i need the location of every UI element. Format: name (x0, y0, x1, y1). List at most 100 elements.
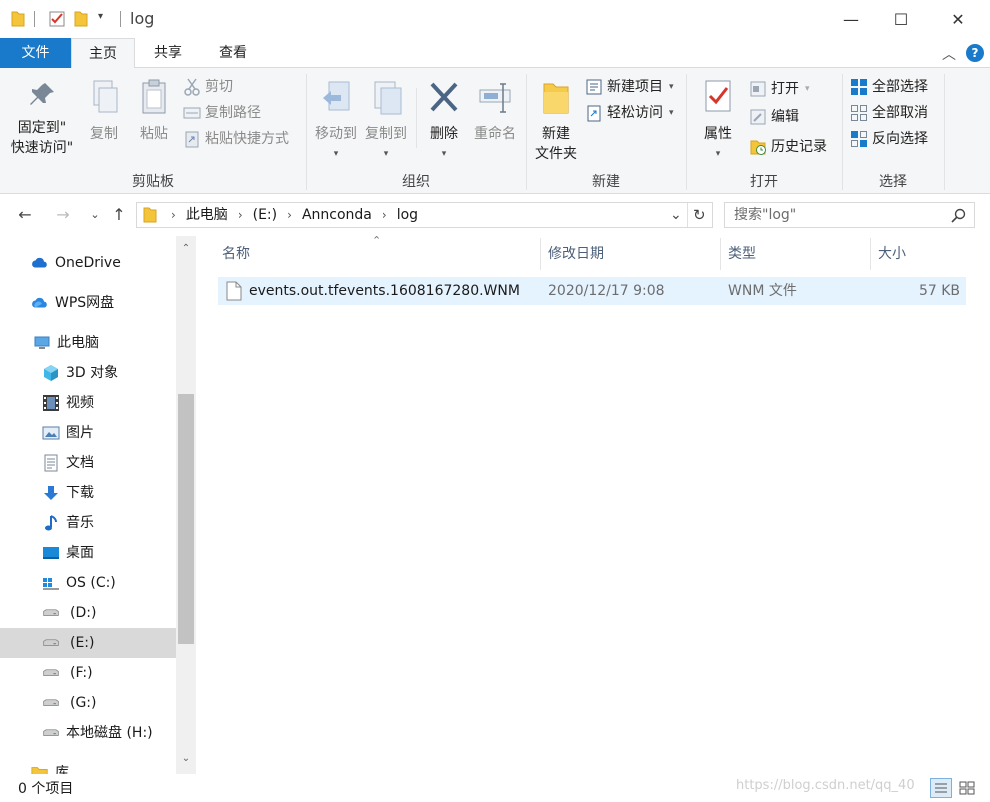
tab-view[interactable]: 查看 (200, 38, 266, 68)
tab-home[interactable]: 主页 (71, 38, 135, 69)
group-label-open: 打开 (750, 174, 778, 190)
paste-button[interactable]: 粘贴 (132, 78, 176, 144)
address-history-chevron-icon[interactable]: ⌄ (670, 203, 682, 227)
pin-to-quick-access-button[interactable]: 固定到" 快速访问" (6, 80, 78, 158)
copy-path-button[interactable]: 复制路径 (183, 102, 261, 124)
nav-item-music[interactable]: 音乐 (0, 508, 176, 538)
edit-button[interactable]: 编辑 (749, 106, 799, 128)
film-icon (43, 395, 59, 411)
drive-icon (43, 609, 59, 616)
copy-icon (93, 80, 118, 113)
close-button[interactable]: ✕ (933, 0, 983, 38)
computer-icon (34, 336, 50, 349)
nav-item-libraries[interactable]: 库 (0, 758, 176, 774)
download-icon (44, 486, 58, 500)
scroll-down-icon[interactable]: ⌄ (176, 750, 196, 768)
clipboard-icon (142, 79, 166, 114)
search-icon[interactable] (951, 208, 966, 223)
group-label-select: 选择 (879, 174, 907, 190)
nav-item-drive-d[interactable]: (D:) (0, 598, 176, 628)
nav-item-pictures[interactable]: 图片 (0, 418, 176, 448)
nav-item-3d-objects[interactable]: 3D 对象 (0, 358, 176, 388)
nav-item-drive-g[interactable]: (G:) (0, 688, 176, 718)
new-folder-button[interactable]: 新建 文件夹 (530, 78, 582, 164)
cube-icon (44, 365, 58, 381)
nav-item-this-pc[interactable]: 此电脑 (0, 328, 176, 358)
window-title: log (130, 9, 155, 28)
new-folder-quick-icon[interactable] (74, 10, 88, 28)
breadcrumb-this-pc[interactable]: 此电脑 (182, 203, 232, 227)
details-view-icon[interactable] (930, 778, 952, 798)
quick-access-dropdown-icon[interactable]: ▾ (98, 11, 103, 22)
nav-item-drive-h[interactable]: 本地磁盘 (H:) (0, 718, 176, 748)
address-bar[interactable]: › 此电脑 › (E:) › Annconda › log ⌄ ↻ (136, 202, 713, 228)
scroll-up-icon[interactable]: ⌃ (176, 240, 196, 258)
chevron-right-icon[interactable]: › (281, 203, 298, 227)
scroll-thumb[interactable] (178, 394, 194, 644)
minimize-button[interactable]: — (826, 0, 876, 38)
help-icon[interactable]: ? (966, 44, 984, 62)
maximize-button[interactable]: ☐ (876, 0, 926, 38)
properties-quick-icon[interactable] (48, 10, 66, 28)
cut-button[interactable]: 剪切 (183, 76, 233, 98)
properties-button[interactable]: 属性 ▾ (694, 78, 742, 164)
watermark: https://blog.csdn.net/qq_40 (736, 778, 915, 793)
group-label-organize: 组织 (402, 174, 430, 190)
column-header-type[interactable]: 类型 (720, 238, 870, 270)
column-header-name[interactable]: 名称 (214, 238, 540, 270)
refresh-icon[interactable]: ↻ (693, 203, 706, 227)
select-all-button[interactable]: 全部选择 (850, 76, 928, 98)
file-size: 57 KB (918, 283, 960, 299)
column-header-size[interactable]: 大小 (870, 238, 966, 270)
collapse-ribbon-icon[interactable]: ︿ (942, 44, 956, 64)
move-to-icon (323, 81, 350, 111)
rename-button[interactable]: 重命名 (470, 78, 520, 144)
new-item-icon (585, 78, 603, 96)
large-icons-view-icon[interactable] (956, 778, 978, 798)
forward-arrow-icon[interactable]: → (52, 203, 74, 227)
new-item-button[interactable]: 新建项目 ▾ (585, 76, 674, 98)
cloud-icon (32, 297, 47, 308)
nav-item-wps-drive[interactable]: WPS网盘 (0, 288, 176, 318)
tab-file[interactable]: 文件 (0, 38, 71, 68)
move-to-button[interactable]: 移动到 ▾ (312, 78, 360, 164)
easy-access-button[interactable]: 轻松访问 ▾ (585, 102, 674, 124)
up-arrow-icon[interactable]: ↑ (108, 203, 130, 227)
drive-icon (43, 729, 59, 736)
nav-item-documents[interactable]: 文档 (0, 448, 176, 478)
picture-icon (42, 426, 60, 440)
nav-item-onedrive[interactable]: OneDrive (0, 248, 176, 278)
tab-share[interactable]: 共享 (136, 38, 200, 68)
table-row[interactable]: events.out.tfevents.1608167280.WNM 2020/… (218, 277, 966, 305)
delete-button[interactable]: 删除 ▾ (422, 78, 466, 164)
nav-item-downloads[interactable]: 下载 (0, 478, 176, 508)
chevron-right-icon[interactable]: › (165, 203, 182, 227)
chevron-right-icon[interactable]: › (376, 203, 393, 227)
column-header-date-modified[interactable]: 修改日期 (540, 238, 720, 270)
open-button[interactable]: 打开 ▾ (749, 78, 810, 100)
nav-scrollbar[interactable]: ⌃ ⌄ (176, 236, 196, 774)
paste-shortcut-button[interactable]: 粘贴快捷方式 (183, 128, 289, 150)
chevron-right-icon[interactable]: › (232, 203, 249, 227)
rename-icon (479, 83, 511, 113)
select-all-icon (850, 78, 868, 96)
copy-to-button[interactable]: 复制到 ▾ (362, 78, 410, 164)
breadcrumb-log[interactable]: log (393, 203, 422, 227)
breadcrumb-drive-e[interactable]: (E:) (249, 203, 282, 227)
copy-button[interactable]: 复制 (82, 78, 126, 144)
select-none-button[interactable]: 全部取消 (850, 102, 928, 124)
nav-item-desktop[interactable]: 桌面 (0, 538, 176, 568)
nav-item-videos[interactable]: 视频 (0, 388, 176, 418)
drive-icon (43, 669, 59, 676)
nav-item-drive-f[interactable]: (F:) (0, 658, 176, 688)
ribbon-tab-bar: 文件 主页 共享 查看 ︿ ? (0, 38, 990, 69)
nav-item-drive-c[interactable]: OS (C:) (0, 568, 176, 598)
nav-item-drive-e[interactable]: (E:) (0, 628, 176, 658)
folder-icon (11, 11, 25, 27)
invert-selection-button[interactable]: 反向选择 (850, 128, 928, 150)
breadcrumb-annconda[interactable]: Annconda (298, 203, 376, 227)
recent-locations-chevron-icon[interactable]: ⌄ (84, 203, 106, 227)
history-button[interactable]: 历史记录 (749, 136, 827, 158)
search-input[interactable]: 搜索"log" (724, 202, 975, 228)
back-arrow-icon[interactable]: ← (14, 203, 36, 227)
